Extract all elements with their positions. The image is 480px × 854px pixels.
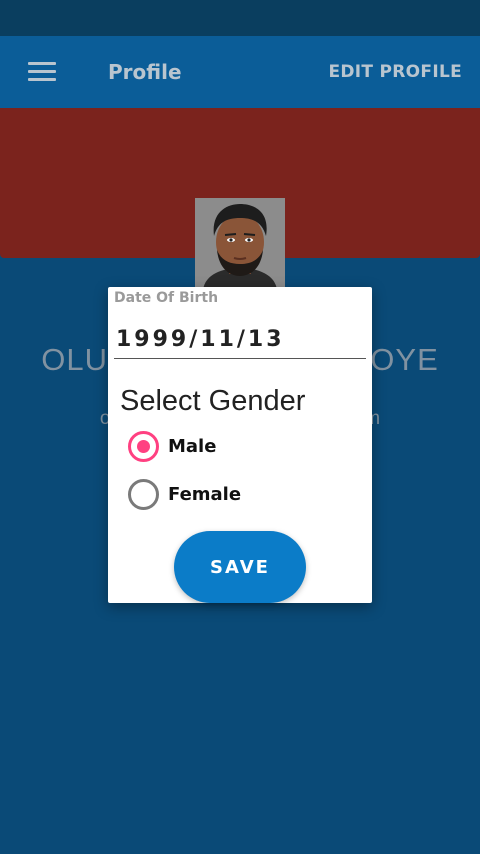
avatar (195, 198, 285, 290)
radio-unchecked-icon[interactable] (128, 478, 159, 510)
gender-title: Select Gender (120, 385, 306, 417)
radio-checked-icon[interactable] (128, 430, 159, 462)
save-button[interactable]: SAVE (174, 531, 306, 603)
edit-profile-dialog: Date Of Birth Select Gender Male Female … (108, 287, 372, 603)
dob-label: Date Of Birth (114, 290, 219, 306)
gender-option-female[interactable]: Female (128, 478, 241, 510)
app-toolbar: Profile EDIT PROFILE (0, 36, 480, 108)
hamburger-menu-icon[interactable] (28, 62, 56, 82)
gender-option-label: Male (168, 435, 217, 457)
page-title: Profile (108, 60, 182, 84)
gender-option-label: Female (168, 483, 242, 505)
status-bar (0, 0, 480, 36)
dob-input[interactable] (114, 321, 366, 359)
edit-profile-button[interactable]: EDIT PROFILE (328, 62, 462, 82)
gender-option-male[interactable]: Male (128, 430, 216, 462)
